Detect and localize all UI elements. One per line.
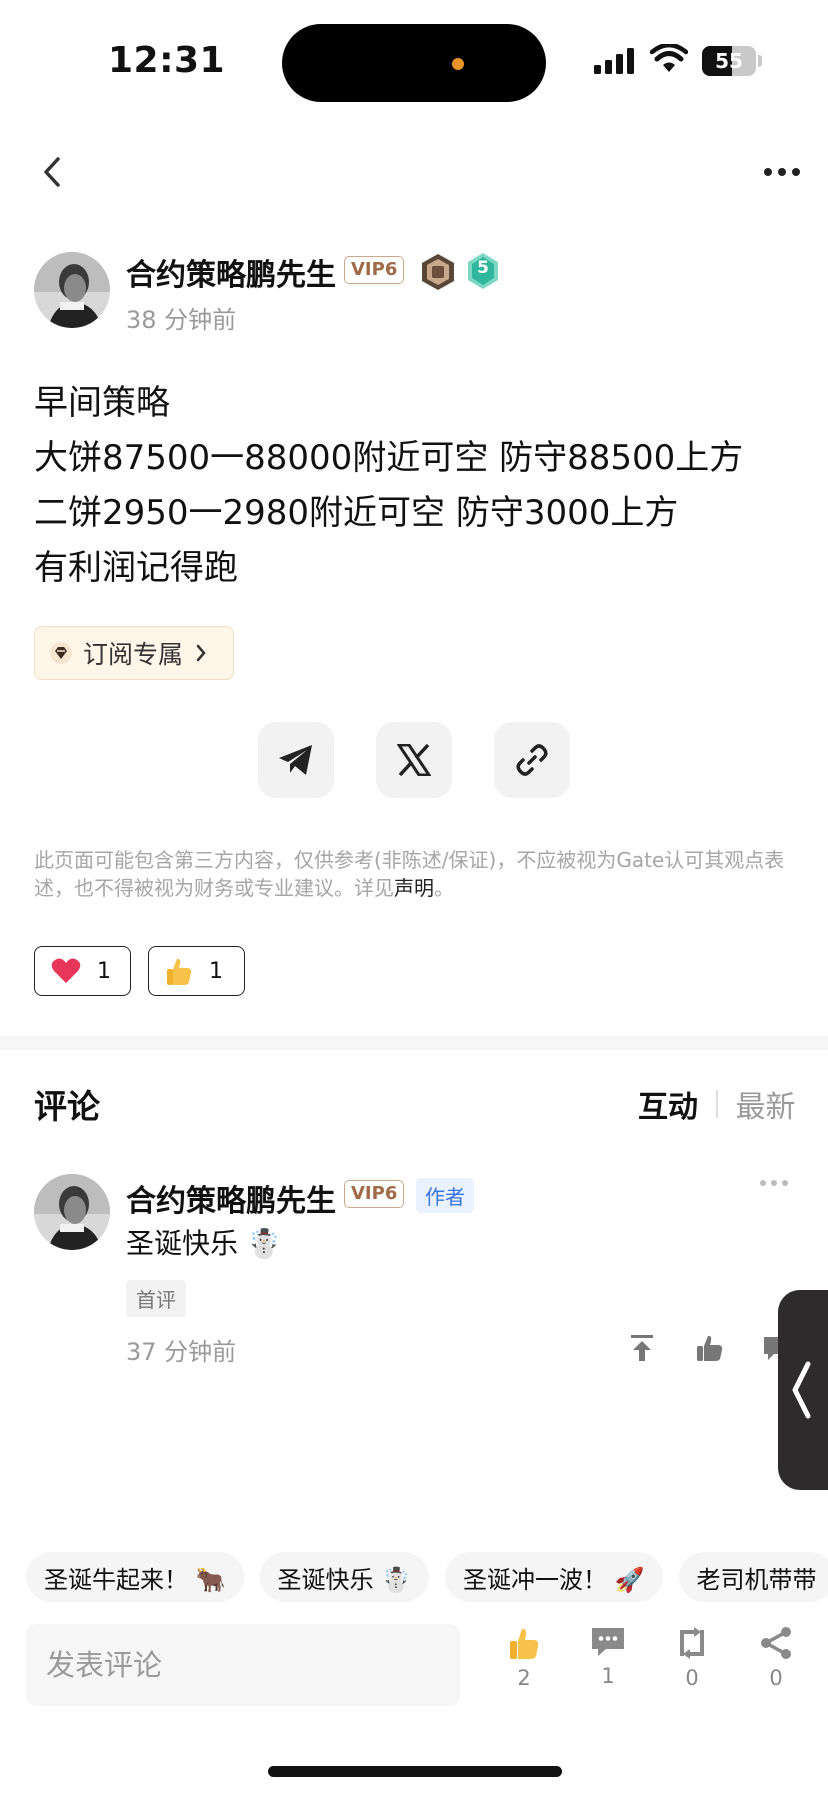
heart-icon	[51, 958, 81, 983]
comments-title: 评论	[34, 1087, 100, 1126]
chevron-left-icon	[792, 1361, 811, 1419]
cellular-signal-icon	[594, 48, 634, 74]
author-name[interactable]: 合约策略鹏先生	[126, 250, 336, 294]
more-button[interactable]	[756, 150, 808, 194]
side-drawer-handle[interactable]	[778, 1290, 828, 1490]
post-comment-button[interactable]: 1	[578, 1626, 638, 1706]
quick-reply-chip[interactable]: 老司机带带	[678, 1552, 828, 1602]
dynamic-island	[282, 24, 546, 102]
post-share-button[interactable]: 0	[746, 1626, 806, 1706]
content-line: 二饼2950一2980附近可空 防守3000上方	[34, 493, 679, 533]
commenter-name[interactable]: 合约策略鹏先生	[126, 1176, 336, 1220]
disclaimer-end: 。	[434, 876, 454, 900]
repost-icon	[680, 1627, 704, 1659]
content-line: 早间策略	[34, 383, 170, 423]
reaction-count: 1	[209, 958, 223, 984]
post-time: 38 分钟前	[126, 306, 237, 334]
telegram-icon	[279, 745, 312, 775]
link-icon	[516, 744, 548, 776]
comment-input[interactable]: 发表评论	[26, 1624, 460, 1706]
comment-more-button[interactable]	[760, 1180, 788, 1186]
diamond-icon	[50, 642, 72, 664]
repost-count: 0	[685, 1666, 699, 1690]
x-icon	[397, 744, 431, 776]
more-dot	[778, 168, 786, 176]
quick-reply-chip[interactable]: 圣诞冲一波！ 🚀	[445, 1552, 663, 1602]
more-dot	[792, 168, 800, 176]
quick-replies: 圣诞牛起来！ 🐂 圣诞快乐 ☃️ 圣诞冲一波！ 🚀 老司机带带	[26, 1552, 828, 1602]
comment-text: 圣诞快乐 ☃️	[126, 1227, 282, 1260]
post-like-button[interactable]: 2	[494, 1626, 554, 1706]
content-line: 有利润记得跑	[34, 548, 238, 588]
vip-badge: VIP6	[344, 1180, 405, 1208]
sort-separator	[716, 1090, 718, 1118]
like-count: 2	[517, 1666, 531, 1690]
comment-time: 37 分钟前	[126, 1338, 237, 1366]
share-x-button[interactable]	[376, 722, 452, 798]
chevron-right-icon	[196, 644, 206, 662]
avatar-image	[34, 252, 110, 328]
author-tag: 作者	[416, 1178, 474, 1213]
comment-icon	[592, 1628, 624, 1656]
battery-cap	[758, 55, 762, 67]
subscribe-exclusive-button[interactable]: 订阅专属	[34, 626, 234, 680]
wifi-icon	[650, 44, 688, 72]
post-content: 早间策略 大饼87500一88000附近可空 防守88500上方 二饼2950一…	[34, 376, 804, 596]
back-button[interactable]	[32, 148, 72, 196]
reaction-count: 1	[97, 958, 111, 984]
home-indicator[interactable]	[268, 1766, 562, 1777]
quick-reply-chip[interactable]: 圣诞牛起来！ 🐂	[26, 1552, 244, 1602]
thumbs-up-icon	[697, 1335, 723, 1361]
battery-percent: 55	[715, 49, 743, 73]
pin-comment-button[interactable]	[622, 1328, 662, 1368]
level-badge-icon	[422, 254, 454, 290]
disclaimer-statement-link[interactable]: 声明	[394, 876, 434, 900]
copy-link-button[interactable]	[494, 722, 570, 798]
status-bar: 12:31 55	[0, 0, 828, 120]
pin-top-icon	[631, 1335, 653, 1361]
commenter-avatar[interactable]	[34, 1174, 110, 1250]
rank-level: 5	[477, 258, 489, 278]
more-dot	[771, 1180, 777, 1186]
post-repost-button[interactable]: 0	[662, 1626, 722, 1706]
share-count: 0	[769, 1666, 783, 1690]
share-icon	[761, 1627, 791, 1659]
rank-hex-badge: 5	[466, 252, 500, 290]
vip-badge: VIP6	[344, 256, 405, 284]
share-telegram-button[interactable]	[258, 722, 334, 798]
comment-sort-tabs: 互动 最新	[638, 1082, 796, 1126]
battery-indicator: 55	[702, 46, 756, 76]
comment-count: 1	[601, 1664, 615, 1688]
sort-tab-interactive[interactable]: 互动	[638, 1082, 698, 1126]
thumbs-up-icon	[510, 1628, 539, 1659]
author-avatar[interactable]	[34, 252, 110, 328]
reaction-thumbs-button[interactable]: 1	[148, 946, 245, 996]
content-line: 大饼87500一88000附近可空 防守88500上方	[34, 438, 744, 478]
subscribe-label: 订阅专属	[83, 640, 184, 669]
sort-tab-latest[interactable]: 最新	[736, 1082, 796, 1126]
more-dot	[782, 1180, 788, 1186]
status-time: 12:31	[108, 40, 226, 81]
more-horizontal-icon	[760, 1180, 766, 1186]
reaction-heart-button[interactable]: 1	[34, 946, 131, 996]
avatar-image	[34, 1174, 110, 1250]
more-horizontal-icon	[764, 168, 772, 176]
like-comment-button[interactable]	[690, 1328, 730, 1368]
section-divider	[0, 1036, 828, 1050]
first-comment-badge: 首评	[126, 1280, 186, 1317]
quick-reply-chip[interactable]: 圣诞快乐 ☃️	[259, 1552, 430, 1602]
thumbs-up-icon	[167, 958, 192, 985]
disclaimer: 此页面可能包含第三方内容，仅供参考(非陈述/保证)，不应被视为Gate认可其观点…	[34, 846, 804, 902]
chevron-left-icon	[44, 157, 60, 187]
recording-dot	[452, 58, 464, 70]
